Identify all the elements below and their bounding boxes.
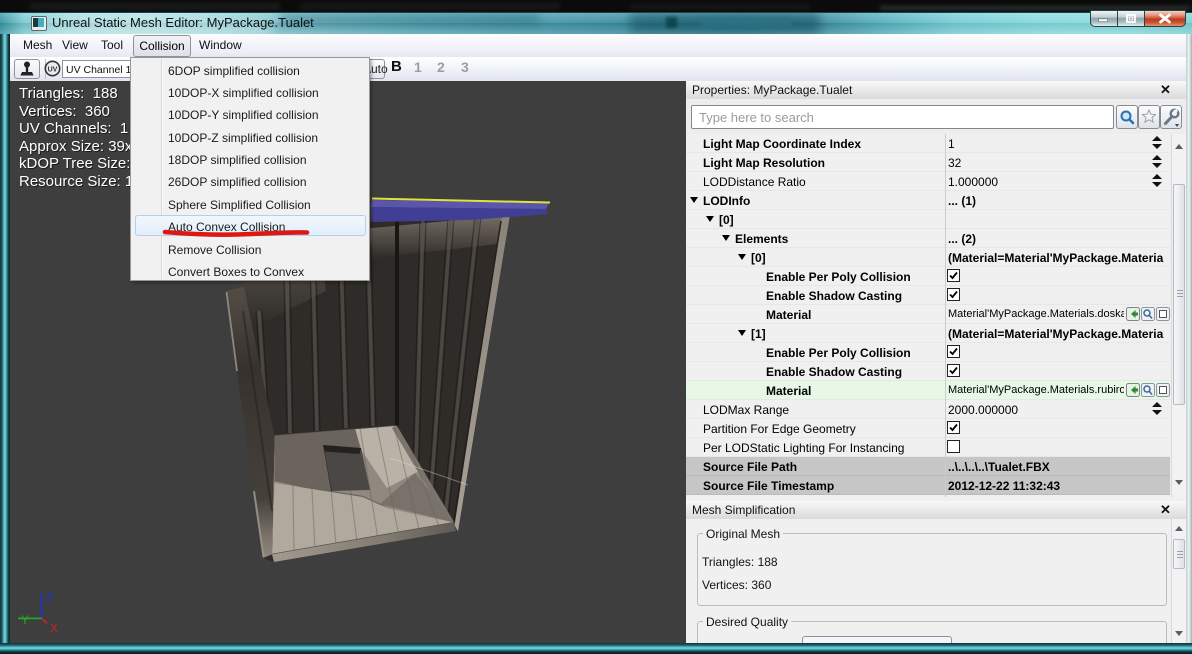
svg-text:Y: Y: [21, 613, 29, 627]
svg-text:UV: UV: [48, 67, 58, 74]
svg-text:X: X: [50, 621, 58, 635]
svg-text:Z: Z: [46, 590, 53, 604]
